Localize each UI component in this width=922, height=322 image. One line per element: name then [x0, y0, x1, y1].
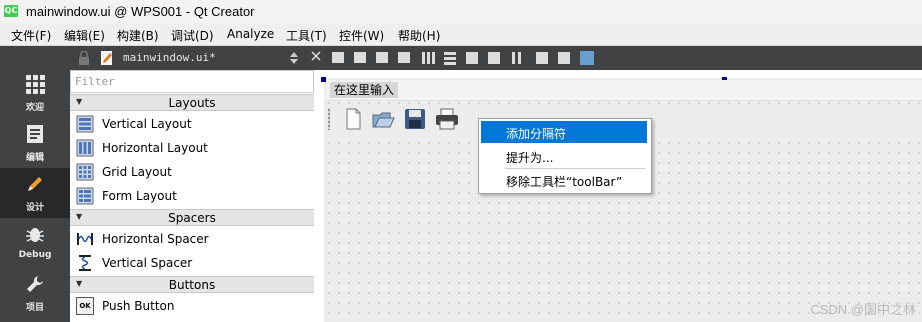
widget-label: Horizontal Layout	[102, 141, 208, 155]
vertical-spacer-icon	[79, 255, 91, 271]
mode-label: 设计	[25, 203, 44, 213]
widget-label: Push Button	[102, 299, 175, 313]
menu-type-here[interactable]: 在这里输入	[330, 82, 399, 98]
category-layouts[interactable]: ▼ Layouts	[70, 94, 314, 111]
mode-label: 项目	[25, 303, 44, 313]
wrench-icon	[27, 276, 43, 292]
menu-edit[interactable]: 编辑(E)	[64, 27, 105, 44]
form-layout-icon	[76, 187, 94, 205]
widget-form-layout[interactable]: Form Layout	[70, 184, 314, 208]
save-disk-icon[interactable]	[402, 106, 428, 132]
menu-item-remove-toolbar[interactable]: 移除工具栏“toolBar”	[481, 169, 647, 191]
widget-label: Form Layout	[102, 189, 177, 203]
lock-icon[interactable]	[78, 51, 90, 65]
widget-label: Vertical Layout	[102, 117, 192, 131]
menu-build[interactable]: 构建(B)	[117, 27, 159, 44]
widget-vertical-spacer[interactable]: Vertical Spacer	[70, 251, 314, 275]
main-menubar: 文件(F) 编辑(E) 构建(B) 调试(D) Analyze 工具(T) 控件…	[0, 23, 922, 46]
menu-file[interactable]: 文件(F)	[11, 27, 51, 44]
qt-creator-app-icon: QC	[4, 5, 18, 17]
grid-layout-icon	[76, 163, 94, 181]
pencil-icon	[28, 177, 42, 191]
menu-item-label: 添加分隔符	[506, 127, 567, 141]
mode-welcome[interactable]: 欢迎	[0, 68, 70, 118]
ui-file-icon	[101, 51, 112, 65]
category-label: Layouts	[168, 96, 216, 110]
menu-widgets[interactable]: 控件(W)	[339, 27, 384, 44]
grid-icon	[26, 75, 45, 94]
widget-label: Vertical Spacer	[102, 256, 193, 270]
window-title: mainwindow.ui @ WPS001 - Qt Creator	[26, 4, 255, 19]
menu-tools[interactable]: 工具(T)	[286, 27, 327, 44]
mode-label: 欢迎	[25, 103, 44, 113]
form-menubar	[326, 80, 922, 101]
menu-item-promote-to[interactable]: 提升为...	[481, 145, 647, 167]
editor-filename: mainwindow.ui*	[123, 51, 216, 64]
widget-push-button[interactable]: OK Push Button	[70, 294, 314, 318]
new-file-icon[interactable]	[340, 106, 366, 132]
category-label: Spacers	[168, 211, 216, 225]
menu-analyze[interactable]: Analyze	[227, 27, 274, 41]
category-label: Buttons	[168, 278, 216, 292]
mode-design[interactable]: 设计	[0, 168, 70, 218]
push-button-icon: OK	[76, 297, 94, 315]
mode-debug[interactable]: Debug	[0, 218, 70, 268]
mode-projects[interactable]: 项目	[0, 268, 70, 318]
horizontal-spacer-icon	[77, 233, 93, 245]
document-icon	[27, 125, 43, 143]
toolbar-drag-handle[interactable]	[328, 108, 330, 130]
menu-item-add-separator[interactable]: 添加分隔符	[481, 121, 647, 143]
widget-grid-layout[interactable]: Grid Layout	[70, 160, 314, 184]
toolbar-context-menu: 添加分隔符 提升为... 移除工具栏“toolBar”	[478, 118, 652, 194]
updown-arrows-icon[interactable]	[290, 51, 298, 65]
widget-label: Grid Layout	[102, 165, 172, 179]
widget-horizontal-layout[interactable]: Horizontal Layout	[70, 136, 314, 160]
menu-debug[interactable]: 调试(D)	[171, 27, 214, 44]
category-spacers[interactable]: ▼ Spacers	[70, 209, 314, 226]
mode-edit[interactable]: 编辑	[0, 118, 70, 168]
horizontal-layout-icon	[76, 139, 94, 157]
widget-vertical-layout[interactable]: Vertical Layout	[70, 112, 314, 136]
widget-filter-input[interactable]: Filter	[70, 70, 314, 93]
bug-icon	[26, 228, 44, 242]
mode-selector: 欢迎 编辑 设计 Debug 项目	[0, 46, 70, 322]
mode-label: Debug	[18, 250, 52, 260]
form-editor-tool-icons	[311, 51, 594, 65]
widget-box: ▼ Layouts Vertical Layout Horizontal Lay…	[70, 93, 315, 322]
open-folder-icon[interactable]	[370, 106, 396, 132]
printer-icon[interactable]	[434, 106, 460, 132]
widget-label: Horizontal Spacer	[102, 232, 209, 246]
menu-item-label: 提升为...	[506, 151, 554, 165]
menu-help[interactable]: 帮助(H)	[398, 27, 440, 44]
title-bar: QC mainwindow.ui @ WPS001 - Qt Creator	[0, 0, 922, 23]
menu-item-label: 移除工具栏“toolBar”	[506, 175, 623, 189]
watermark: CSDN @国中之林	[810, 302, 916, 317]
vertical-layout-icon	[76, 115, 94, 133]
mode-label: 编辑	[25, 153, 44, 163]
editor-file-tab[interactable]: mainwindow.ui*	[70, 46, 306, 70]
widget-horizontal-spacer[interactable]: Horizontal Spacer	[70, 227, 314, 251]
category-buttons[interactable]: ▼ Buttons	[70, 276, 314, 293]
